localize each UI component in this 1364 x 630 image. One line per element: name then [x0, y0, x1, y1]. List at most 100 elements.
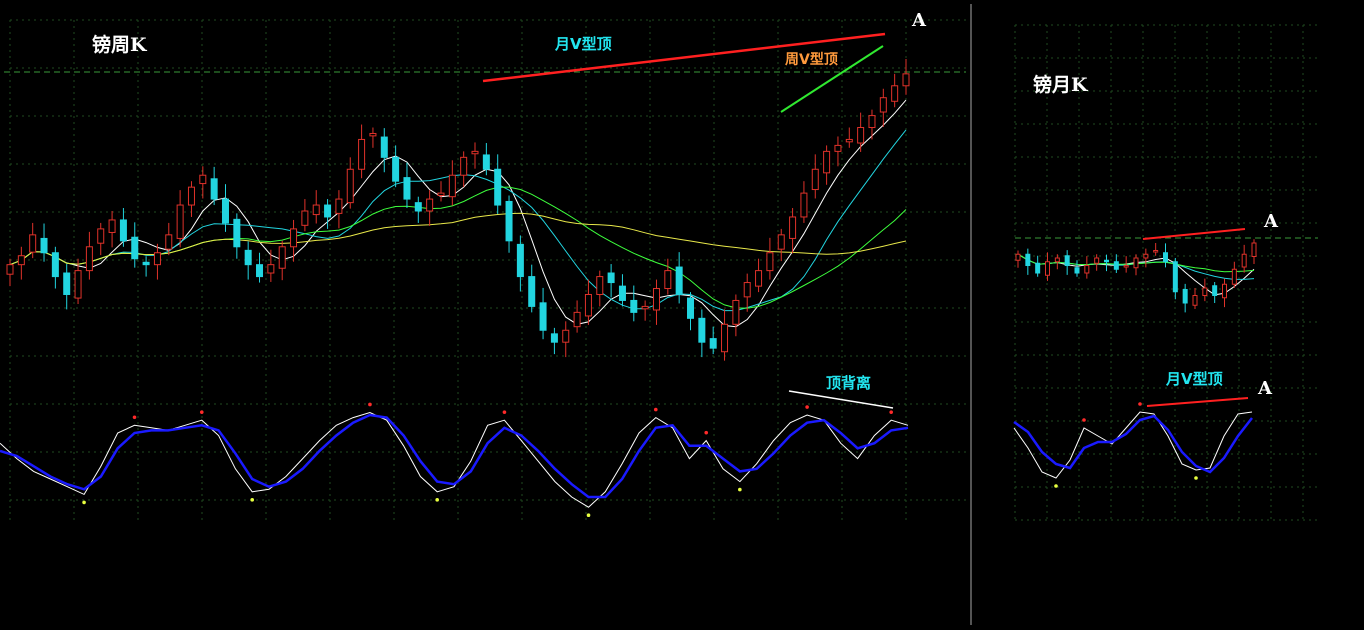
candle-up	[1133, 257, 1139, 269]
candle-up	[573, 311, 581, 328]
candle-up	[868, 115, 876, 129]
candle-down	[221, 198, 229, 224]
candle-down	[539, 302, 547, 331]
osc-peak-dot	[132, 415, 137, 420]
candle-up	[301, 210, 309, 226]
candle-up	[1251, 242, 1257, 257]
candle-down	[142, 261, 150, 266]
osc-peak-dot	[1138, 402, 1142, 406]
candle-down	[131, 236, 139, 260]
osc-peak-dot	[704, 430, 709, 435]
candle-up	[290, 228, 298, 248]
osc-trough-dot	[1194, 476, 1198, 480]
monthly-oscillator	[1013, 402, 1253, 488]
point-a-weekly: A	[912, 10, 926, 31]
candle-down	[482, 154, 490, 170]
candle-up	[1192, 295, 1198, 306]
candle-up	[845, 138, 853, 143]
point-a-monthly-osc: A	[1258, 378, 1272, 399]
candle-up	[108, 219, 116, 233]
osc-trough-dot	[1054, 484, 1058, 488]
candle-up	[1084, 265, 1090, 274]
candle-down	[1172, 261, 1178, 293]
candle-up	[721, 323, 729, 353]
monthly-osc-trendline	[1146, 397, 1249, 407]
candle-down	[494, 168, 502, 206]
candle-down	[1035, 262, 1041, 274]
candle-up	[755, 270, 763, 287]
candle-up	[800, 192, 808, 218]
candle-up	[153, 252, 161, 266]
candle-up	[1231, 268, 1237, 285]
candle-down	[1064, 255, 1070, 266]
candle-up	[6, 264, 14, 275]
candle-down	[63, 272, 71, 295]
osc-peak-dot	[199, 410, 204, 414]
candle-down	[414, 202, 422, 212]
candle-down	[324, 204, 332, 218]
candle-down	[1074, 267, 1080, 274]
candle-up	[187, 186, 195, 206]
candle-down	[51, 252, 59, 278]
candle-up	[789, 216, 797, 239]
candle-up	[437, 192, 445, 196]
candle-down	[630, 299, 638, 313]
candle-up	[267, 264, 275, 274]
candle-up	[358, 138, 366, 170]
candle-up	[857, 127, 865, 144]
candle-up	[652, 288, 660, 311]
candle-up	[1045, 261, 1050, 276]
monthly-candles	[1015, 239, 1257, 313]
candle-down	[1163, 252, 1168, 263]
candle-down	[550, 333, 558, 343]
candle-up	[584, 293, 592, 317]
candle-up	[777, 234, 785, 250]
candle-up	[426, 198, 434, 212]
candle-up	[902, 73, 910, 87]
candle-up	[97, 228, 105, 244]
candle-down	[709, 338, 717, 349]
candle-down	[119, 219, 127, 242]
candle-up	[1241, 253, 1247, 268]
candle-up	[471, 150, 479, 155]
candle-up	[1202, 287, 1208, 296]
candle-up	[460, 156, 468, 176]
candle-up	[766, 252, 774, 272]
candle-up	[29, 234, 37, 253]
osc-trough-dot	[250, 498, 255, 502]
candle-down	[1182, 289, 1188, 304]
candle-down	[256, 264, 264, 278]
candle-down	[40, 237, 48, 254]
osc-peak-dot	[889, 410, 893, 414]
candle-up	[879, 97, 887, 113]
monthly-title: 镑月K	[1033, 74, 1088, 96]
month-v-top-label-right: 月V型顶	[1166, 370, 1223, 388]
osc-trough-dot	[738, 487, 742, 492]
candle-up	[346, 168, 354, 204]
candle-up	[596, 276, 604, 295]
candle-up	[891, 85, 899, 102]
candle-up	[562, 329, 570, 343]
osc-trough-dot	[435, 498, 439, 502]
candle-down	[244, 249, 252, 266]
candle-down	[528, 276, 536, 307]
weekly-title: 镑周K	[92, 34, 147, 56]
candle-down	[698, 317, 706, 343]
chart-stage	[0, 4, 1318, 625]
osc-slow-line	[0, 413, 909, 499]
candle-up	[743, 282, 751, 298]
candle-down	[687, 297, 695, 319]
osc-fast-line	[0, 411, 909, 508]
candle-down	[233, 218, 241, 248]
candle-up	[811, 168, 819, 191]
candle-up	[74, 270, 82, 299]
osc-peak-dot	[805, 405, 809, 409]
candle-up	[1094, 257, 1100, 264]
candle-up	[335, 198, 343, 214]
candle-down	[516, 243, 524, 278]
candle-up	[834, 144, 842, 152]
candle-down	[403, 177, 411, 200]
candle-down	[1113, 261, 1119, 270]
candle-up	[176, 204, 184, 239]
osc-peak-dot	[502, 410, 507, 414]
